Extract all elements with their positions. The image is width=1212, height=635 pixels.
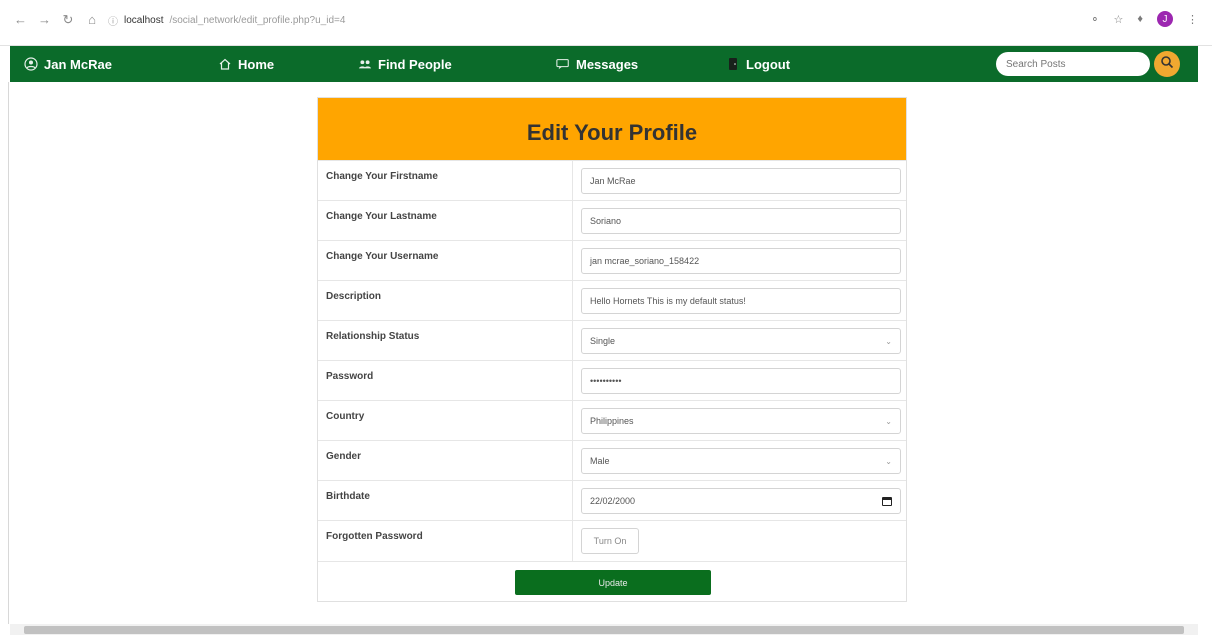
- lastname-input[interactable]: Soriano: [581, 208, 901, 234]
- form-row-update: Update: [318, 561, 906, 601]
- birthdate-value: 22/02/2000: [590, 496, 636, 506]
- update-button[interactable]: Update: [515, 570, 711, 595]
- divider: [572, 321, 573, 361]
- nav-logout[interactable]: Logout: [726, 46, 790, 82]
- relationship-label: Relationship Status: [326, 331, 420, 342]
- profile-avatar[interactable]: J: [1157, 11, 1173, 27]
- star-icon[interactable]: ☆: [1114, 13, 1124, 26]
- form-row-username: Change Your Username jan mcrae_soriano_1…: [318, 240, 906, 281]
- browser-right-icons: ⚬ ☆ ♦ J ⋮: [1090, 11, 1198, 27]
- nav-user-name: Jan McRae: [44, 56, 112, 72]
- gender-value: Male: [590, 456, 610, 466]
- form-row-gender: Gender Male ⌄: [318, 440, 906, 481]
- birthdate-input[interactable]: 22/02/2000: [581, 488, 901, 514]
- nav-user-profile[interactable]: Jan McRae: [24, 46, 112, 82]
- search-input[interactable]: [996, 52, 1150, 76]
- firstname-input[interactable]: Jan McRae: [581, 168, 901, 194]
- divider: [572, 201, 573, 241]
- nav-logout-label: Logout: [746, 56, 791, 72]
- description-input[interactable]: Hello Hornets This is my default status!: [581, 288, 901, 314]
- country-label: Country: [326, 411, 365, 422]
- divider: [572, 281, 573, 321]
- nav-home[interactable]: Home: [218, 46, 274, 82]
- key-icon[interactable]: ⚬: [1090, 13, 1099, 26]
- user-circle-icon: [24, 57, 38, 71]
- form-row-firstname: Change Your Firstname Jan McRae: [318, 160, 906, 201]
- site-navbar: Jan McRae Home Find People Messages Logo…: [10, 46, 1198, 82]
- users-icon: [358, 57, 372, 71]
- username-value: jan mcrae_soriano_158422: [590, 256, 700, 266]
- search-icon: [1160, 55, 1174, 74]
- chevron-down-icon: ⌄: [885, 416, 892, 426]
- divider: [572, 241, 573, 281]
- browser-toolbar: ← → ↻ ⌂ ⓘ localhost/social_network/edit_…: [0, 0, 1212, 46]
- door-icon: [726, 57, 740, 71]
- divider: [572, 481, 573, 521]
- horizontal-scrollbar[interactable]: [10, 624, 1198, 635]
- divider: [572, 361, 573, 401]
- form-row-relationship: Relationship Status Single ⌄: [318, 320, 906, 361]
- divider: [572, 441, 573, 481]
- nav-find-people-label: Find People: [378, 56, 452, 72]
- username-label: Change Your Username: [326, 251, 439, 262]
- back-icon[interactable]: ←: [14, 12, 27, 28]
- password-label: Password: [326, 371, 374, 382]
- calendar-icon[interactable]: [882, 496, 892, 506]
- page-border: [8, 82, 9, 624]
- home-icon[interactable]: ⌂: [86, 12, 98, 28]
- country-value: Philippines: [590, 416, 634, 426]
- url-host: localhost: [124, 14, 164, 26]
- firstname-value: Jan McRae: [590, 176, 636, 186]
- chat-icon: [556, 57, 570, 71]
- search-button[interactable]: [1154, 51, 1180, 77]
- gender-label: Gender: [326, 451, 362, 462]
- home-icon: [218, 57, 232, 71]
- form-row-country: Country Philippines ⌄: [318, 400, 906, 441]
- chevron-down-icon: ⌄: [885, 456, 892, 466]
- page-title: Edit Your Profile: [526, 120, 698, 145]
- nav-messages[interactable]: Messages: [556, 46, 638, 82]
- form-row-password: Password ••••••••••: [318, 360, 906, 401]
- nav-find-people[interactable]: Find People: [358, 46, 452, 82]
- country-select[interactable]: Philippines ⌄: [581, 408, 901, 434]
- turn-on-button[interactable]: Turn On: [581, 528, 639, 554]
- address-bar[interactable]: ⓘ localhost/social_network/edit_profile.…: [108, 11, 345, 29]
- scrollbar-thumb[interactable]: [24, 626, 1184, 634]
- forgotten-password-label: Forgotten Password: [326, 531, 423, 542]
- lastname-label: Change Your Lastname: [326, 211, 437, 222]
- menu-icon[interactable]: ⋮: [1187, 13, 1198, 26]
- relationship-value: Single: [590, 336, 616, 346]
- gender-select[interactable]: Male ⌄: [581, 448, 901, 474]
- edit-profile-form: Edit Your Profile Change Your Firstname …: [317, 97, 907, 602]
- description-label: Description: [326, 291, 382, 302]
- info-icon[interactable]: ⓘ: [108, 13, 118, 28]
- chevron-down-icon: ⌄: [885, 336, 892, 346]
- password-input[interactable]: ••••••••••: [581, 368, 901, 394]
- form-row-description: Description Hello Hornets This is my def…: [318, 280, 906, 321]
- form-header: Edit Your Profile: [318, 98, 906, 160]
- form-row-birthdate: Birthdate 22/02/2000: [318, 480, 906, 521]
- nav-messages-label: Messages: [576, 56, 639, 72]
- firstname-label: Change Your Firstname: [326, 171, 438, 182]
- lastname-value: Soriano: [590, 216, 622, 226]
- extensions-icon[interactable]: ♦: [1137, 13, 1143, 25]
- birthdate-label: Birthdate: [326, 491, 370, 502]
- relationship-select[interactable]: Single ⌄: [581, 328, 901, 354]
- form-row-forgotten-password: Forgotten Password Turn On: [318, 520, 906, 561]
- password-value: ••••••••••: [590, 376, 622, 386]
- reload-icon[interactable]: ↻: [62, 12, 74, 28]
- form-row-lastname: Change Your Lastname Soriano: [318, 200, 906, 241]
- browser-nav-buttons: ← → ↻ ⌂: [14, 12, 98, 28]
- forward-icon[interactable]: →: [38, 12, 51, 28]
- divider: [572, 161, 573, 201]
- divider: [572, 521, 573, 561]
- username-input[interactable]: jan mcrae_soriano_158422: [581, 248, 901, 274]
- nav-home-label: Home: [238, 56, 275, 72]
- divider: [572, 401, 573, 441]
- description-value: Hello Hornets This is my default status!: [590, 296, 746, 306]
- url-path: /social_network/edit_profile.php?u_id=4: [169, 14, 346, 26]
